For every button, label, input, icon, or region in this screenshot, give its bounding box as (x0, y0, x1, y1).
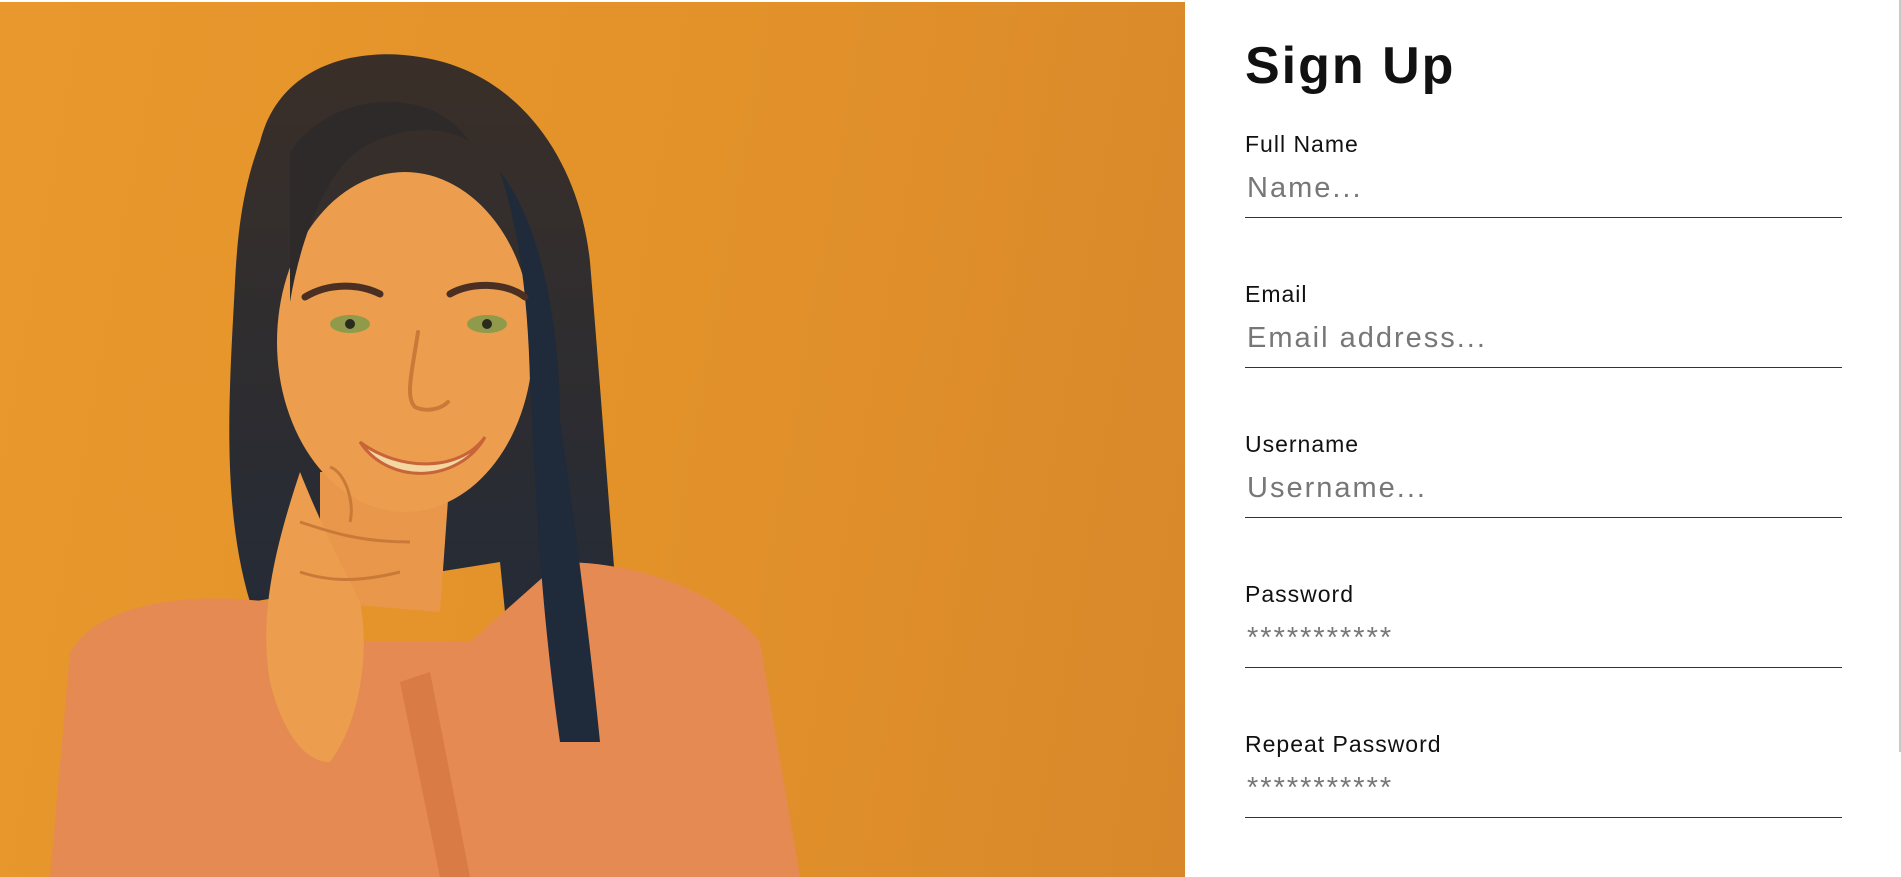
email-field: Email (1245, 280, 1842, 368)
portrait-illustration (50, 54, 800, 877)
password-label: Password (1245, 581, 1354, 607)
page-title: Sign Up (1245, 37, 1456, 95)
full-name-input[interactable] (1245, 160, 1842, 218)
password-input[interactable] (1245, 610, 1842, 668)
signup-page: Sign Up Full Name Email Username Passwor… (0, 0, 1901, 877)
email-label: Email (1245, 281, 1308, 307)
full-name-field: Full Name (1245, 130, 1842, 218)
signup-form-panel: Sign Up Full Name Email Username Passwor… (1185, 0, 1901, 877)
password-field: Password (1245, 580, 1842, 668)
username-label: Username (1245, 431, 1360, 457)
repeat-password-input[interactable] (1245, 760, 1842, 818)
repeat-password-label: Repeat Password (1245, 731, 1442, 757)
repeat-password-field: Repeat Password (1245, 730, 1842, 818)
username-field: Username (1245, 430, 1842, 518)
hero-image (0, 2, 1185, 877)
full-name-label: Full Name (1245, 131, 1359, 157)
username-input[interactable] (1245, 460, 1842, 518)
email-input[interactable] (1245, 310, 1842, 368)
